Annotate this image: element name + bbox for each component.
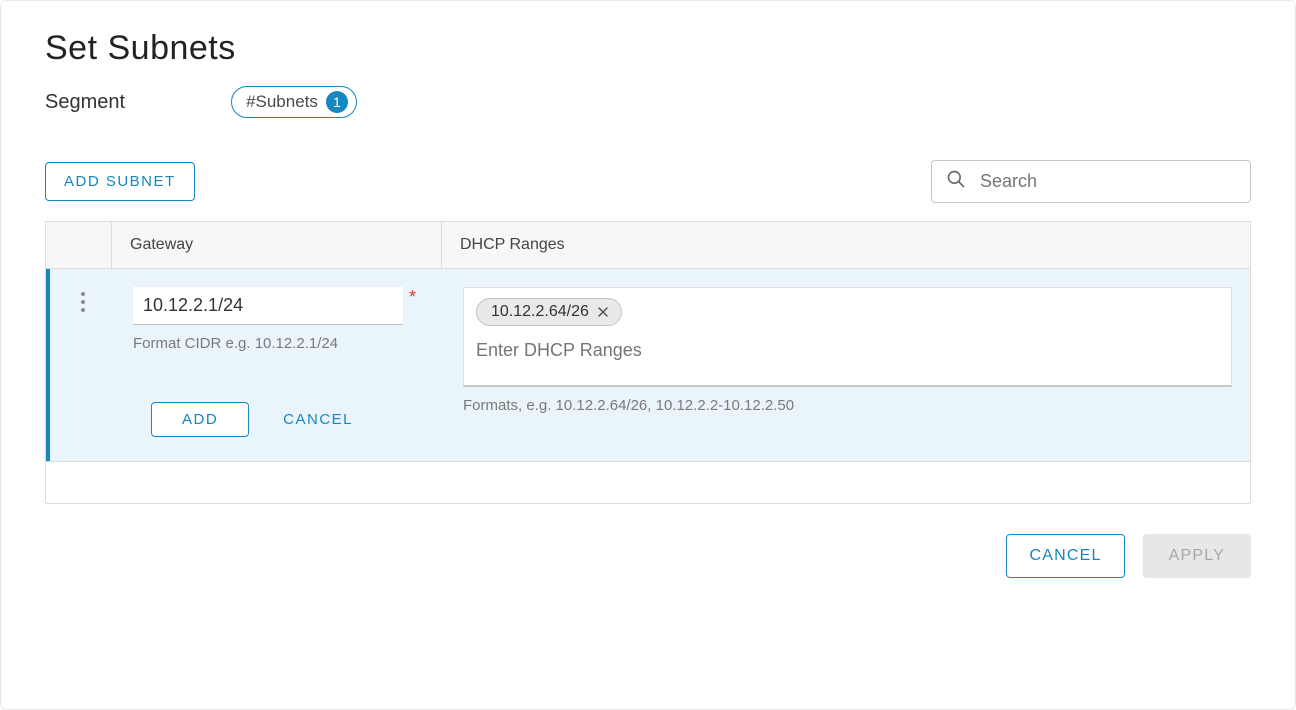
table-header: Gateway DHCP Ranges — [46, 222, 1250, 269]
toolbar: ADD SUBNET — [45, 160, 1251, 203]
gateway-hint: Format CIDR e.g. 10.12.2.1/24 — [133, 335, 445, 352]
table-footer — [46, 461, 1250, 503]
add-subnet-button[interactable]: ADD SUBNET — [45, 162, 195, 201]
subnets-count-value: 1 — [326, 91, 348, 113]
set-subnets-dialog: Set Subnets Segment #Subnets 1 ADD SUBNE… — [0, 0, 1296, 710]
dhcp-chip-label: 10.12.2.64/26 — [491, 303, 589, 321]
dhcp-ranges-area[interactable]: 10.12.2.64/26 — [463, 287, 1232, 387]
dhcp-range-chip[interactable]: 10.12.2.64/26 — [476, 298, 622, 326]
dialog-title: Set Subnets — [45, 29, 1251, 68]
dhcp-hint: Formats, e.g. 10.12.2.64/26, 10.12.2.2-1… — [463, 397, 1232, 414]
row-add-button[interactable]: ADD — [151, 402, 249, 437]
row-actions-handle[interactable] — [50, 269, 115, 437]
search-box[interactable] — [931, 160, 1251, 203]
header-handle-col — [46, 222, 111, 268]
segment-label: Segment — [45, 91, 125, 114]
row-cancel-button[interactable]: CANCEL — [277, 410, 359, 429]
subnets-table: Gateway DHCP Ranges * Format CIDR — [45, 221, 1251, 504]
gateway-input[interactable] — [133, 287, 403, 325]
table-body: * Format CIDR e.g. 10.12.2.1/24 ADD CANC… — [46, 269, 1250, 461]
row-action-buttons: ADD CANCEL — [151, 402, 445, 437]
dhcp-ranges-input[interactable] — [476, 336, 1219, 365]
search-icon — [946, 169, 966, 194]
header-gateway: Gateway — [111, 222, 441, 268]
table-row: * Format CIDR e.g. 10.12.2.1/24 ADD CANC… — [46, 269, 1250, 461]
segment-row: Segment #Subnets 1 — [45, 86, 1251, 118]
chip-remove-icon[interactable] — [595, 304, 611, 320]
subnets-count-badge[interactable]: #Subnets 1 — [231, 86, 357, 118]
dhcp-cell: 10.12.2.64/26 Formats, e.g. 10.12.2.64/2… — [445, 269, 1250, 437]
gateway-cell: * Format CIDR e.g. 10.12.2.1/24 ADD CANC… — [115, 269, 445, 437]
dialog-footer: CANCEL APPLY — [45, 534, 1251, 578]
header-dhcp-ranges: DHCP Ranges — [441, 222, 1250, 268]
search-input[interactable] — [978, 170, 1236, 193]
dialog-cancel-button[interactable]: CANCEL — [1006, 534, 1124, 578]
dialog-apply-button[interactable]: APPLY — [1143, 534, 1251, 578]
required-indicator: * — [409, 287, 416, 307]
subnets-tag-label: #Subnets — [246, 92, 318, 112]
more-actions-icon — [80, 291, 86, 313]
